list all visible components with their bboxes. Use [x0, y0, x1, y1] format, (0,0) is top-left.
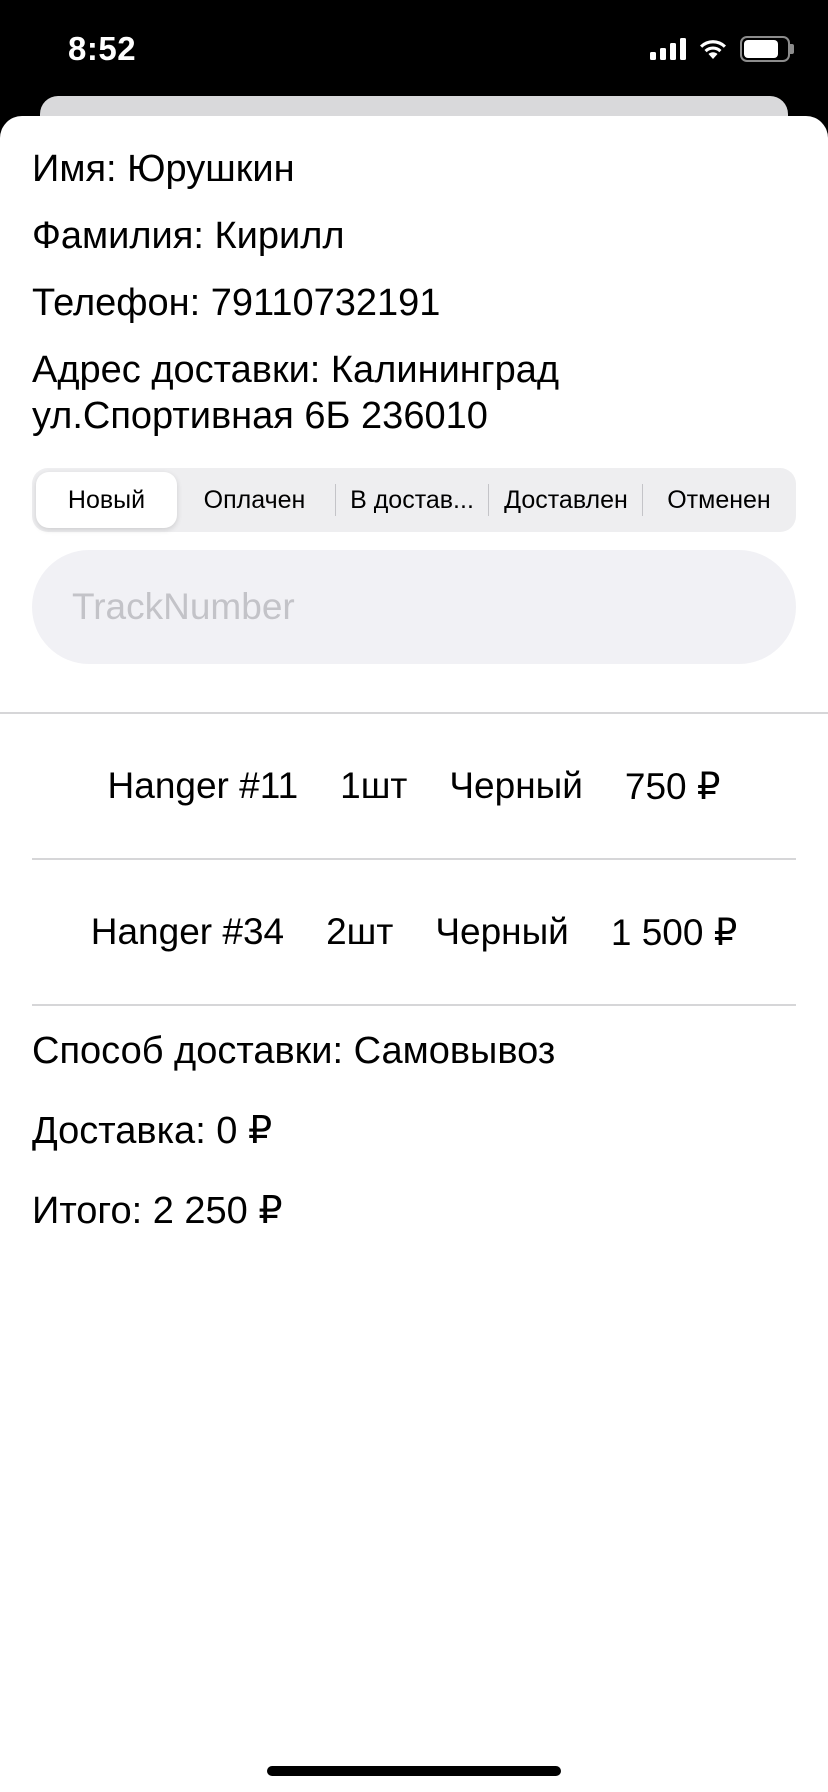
order-sheet: Имя: Юрушкин Фамилия: Кирилл Телефон: 79… [0, 116, 828, 1792]
address-line-1: Адрес доставки: Калининград [32, 349, 560, 391]
home-indicator[interactable] [267, 1766, 561, 1776]
customer-address: Адрес доставки: Калининград ул.Спортивна… [32, 347, 792, 439]
segment-divider [488, 484, 489, 516]
status-bar: 8:52 [0, 0, 828, 100]
segment-divider [642, 484, 643, 516]
segment-delivered[interactable]: Доставлен [491, 472, 641, 528]
order-total: Итого: 2 250 ₽ [32, 1190, 283, 1232]
cellular-signal-icon [650, 38, 686, 60]
order-detail-screen: 8:52 Имя: Юрушкин Фамилия: Кирилл Телефо… [0, 0, 828, 1792]
customer-phone: Телефон: 79110732191 [32, 282, 441, 324]
customer-last-name: Фамилия: Кирилл [32, 215, 345, 257]
item-quantity: 2шт [326, 911, 394, 952]
delivery-cost: Доставка: 0 ₽ [32, 1110, 273, 1152]
track-number-input[interactable] [32, 550, 796, 664]
segment-paid[interactable]: Оплачен [181, 472, 328, 528]
order-status-segmented-control: Новый Оплачен В достав... Доставлен Отме… [32, 468, 796, 532]
item-price: 750 ₽ [624, 765, 721, 807]
battery-level-fill [744, 40, 778, 58]
item-price: 1 500 ₽ [610, 911, 738, 953]
segment-cancelled[interactable]: Отменен [646, 472, 792, 528]
item-quantity: 1шт [340, 765, 408, 806]
status-time: 8:52 [68, 30, 137, 67]
order-item-row: Hanger #34 2шт Черный 1 500 ₽ [32, 860, 796, 1004]
customer-first-name: Имя: Юрушкин [32, 148, 295, 190]
item-name: Hanger #11 [107, 765, 299, 806]
delivery-method: Способ доставки: Самовывоз [32, 1030, 556, 1072]
address-line-2: ул.Спортивная 6Б 236010 [32, 395, 488, 437]
customer-info: Имя: Юрушкин Фамилия: Кирилл Телефон: 79… [32, 146, 792, 439]
item-divider [32, 1004, 796, 1006]
item-color: Черный [449, 765, 583, 806]
segment-in-delivery[interactable]: В достав... [339, 472, 485, 528]
segment-new[interactable]: Новый [36, 472, 177, 528]
status-icons [650, 36, 794, 62]
item-name: Hanger #34 [90, 911, 285, 952]
item-color: Черный [435, 911, 569, 952]
order-summary: Способ доставки: Самовывоз Доставка: 0 ₽… [32, 1028, 792, 1268]
wifi-icon [700, 40, 726, 59]
order-item-row: Hanger #11 1шт Черный 750 ₽ [32, 714, 796, 858]
segment-divider [335, 484, 336, 516]
battery-icon [740, 36, 794, 62]
